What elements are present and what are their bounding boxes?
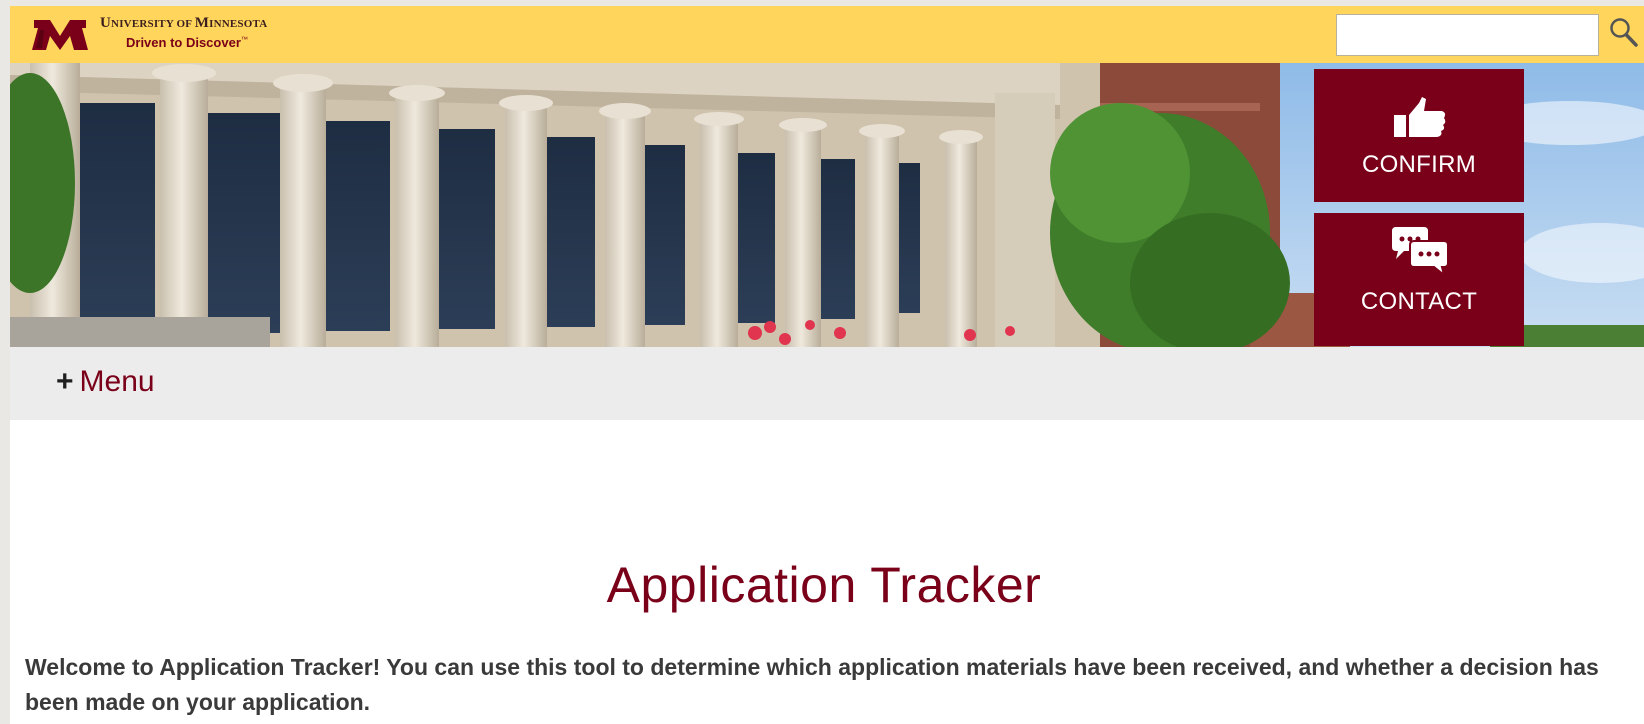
wordmark-university-name: UNIVERSITY OF MINNESOTA [100,15,268,31]
page: UNIVERSITY OF MINNESOTA Driven to Discov… [10,6,1644,724]
contact-label: CONTACT [1360,288,1478,315]
wordmark-tagline: Driven to Discover™ [126,35,248,50]
intro-paragraph: Welcome to Application Tracker! You can … [25,654,1599,715]
plus-icon: + [56,365,74,398]
search-button[interactable] [1608,16,1640,52]
confirm-button[interactable]: CONFIRM [1314,69,1524,202]
menu-toggle-button[interactable]: + Menu [56,365,155,399]
chat-bubbles-icon [1392,227,1449,277]
confirm-label: CONFIRM [1361,151,1477,178]
search-input[interactable] [1336,14,1599,56]
block-m-logo-icon[interactable] [32,18,88,50]
top-header: UNIVERSITY OF MINNESOTA Driven to Discov… [10,6,1644,63]
page-title: Application Tracker [606,557,1042,613]
contact-button[interactable]: CONTACT [1314,213,1524,346]
thumbs-up-icon [1394,97,1446,137]
hero-banner: CONFIRM CONTACT [10,63,1644,347]
university-wordmark[interactable]: UNIVERSITY OF MINNESOTA Driven to Discov… [100,15,267,50]
magnifier-icon [1610,17,1638,47]
menu-toggle-label: Menu [79,365,155,398]
menu-bar: + Menu [10,347,1644,420]
